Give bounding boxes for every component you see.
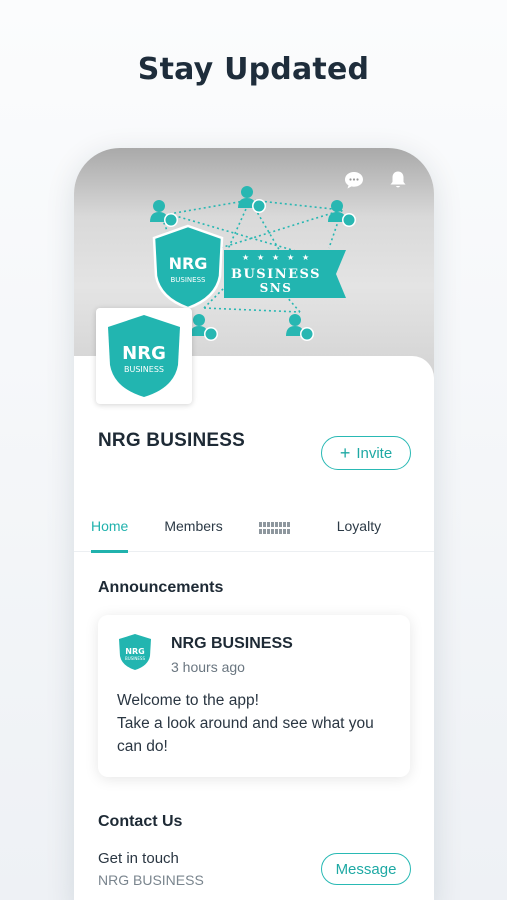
post-body-line: Take a look around and see what you	[117, 715, 374, 732]
tab-loyalty-label: Loyalty	[336, 518, 382, 534]
tab-members[interactable]: Members	[164, 504, 222, 552]
tab-members-label: Members	[164, 518, 223, 534]
headline: Stay Updated	[137, 52, 370, 87]
profile-logo: NRG BUSINESS	[96, 308, 192, 404]
bell-icon[interactable]	[388, 170, 408, 190]
message-label: Message	[335, 860, 397, 878]
contact-title: Contact Us	[98, 813, 183, 830]
shield-logo-icon: NRG BUSINESS	[108, 315, 180, 397]
business-name: NRG BUSINESS	[98, 430, 246, 451]
announcement-card[interactable]: NRG BUSINESS NRG BUSINESS 3 hours ago We…	[98, 615, 410, 777]
post-body: Welcome to the app! Take a look around a…	[117, 689, 407, 758]
invite-button[interactable]: + Invite	[321, 436, 411, 470]
svg-text:★: ★	[242, 253, 249, 262]
header-icons	[344, 170, 408, 190]
tab-loyalty[interactable]: Loyalty	[337, 504, 381, 552]
tab-home[interactable]: Home	[91, 504, 129, 553]
cover-shield-brand: NRG	[169, 254, 208, 273]
profile-logo-sub: BUSINESS	[124, 365, 164, 374]
phone-frame: ★ ★ ★ ★ ★ BUSINESS SNS NRG BUSINESS NRG …	[74, 148, 434, 900]
tab-unlabeled[interactable]	[258, 504, 291, 552]
banner-text-1: BUSINESS	[231, 267, 321, 282]
message-button[interactable]: Message	[321, 853, 411, 885]
invite-label: Invite	[356, 444, 393, 462]
chat-icon[interactable]	[344, 170, 364, 190]
profile-logo-brand: NRG	[122, 343, 166, 364]
cover-shield: NRG BUSINESS	[152, 224, 224, 310]
plus-icon: +	[339, 443, 351, 463]
post-author: NRG BUSINESS	[171, 635, 293, 652]
post-avatar: NRG BUSINESS	[119, 634, 151, 670]
post-timestamp: 3 hours ago	[171, 659, 245, 675]
cover-shield-sub: BUSINESS	[171, 276, 207, 284]
post-body-line: can do!	[117, 738, 168, 755]
svg-text:★: ★	[272, 253, 279, 262]
svg-text:★: ★	[257, 253, 264, 262]
svg-text:★: ★	[302, 253, 309, 262]
tab-glyph-icon	[258, 522, 290, 534]
contact-subtitle: Get in touch	[98, 850, 179, 867]
tab-bar: Home Members Loyalty	[74, 504, 434, 553]
banner-text-2: SNS	[260, 281, 293, 295]
post-body-line: Welcome to the app!	[117, 692, 259, 709]
tab-home-label: Home	[91, 518, 129, 534]
post-avatar-sub: BUSINESS	[125, 656, 145, 661]
announcements-title: Announcements	[98, 579, 224, 596]
contact-business-name: NRG BUSINESS	[98, 872, 204, 888]
svg-text:★: ★	[287, 253, 294, 262]
post-avatar-brand: NRG	[125, 647, 144, 656]
